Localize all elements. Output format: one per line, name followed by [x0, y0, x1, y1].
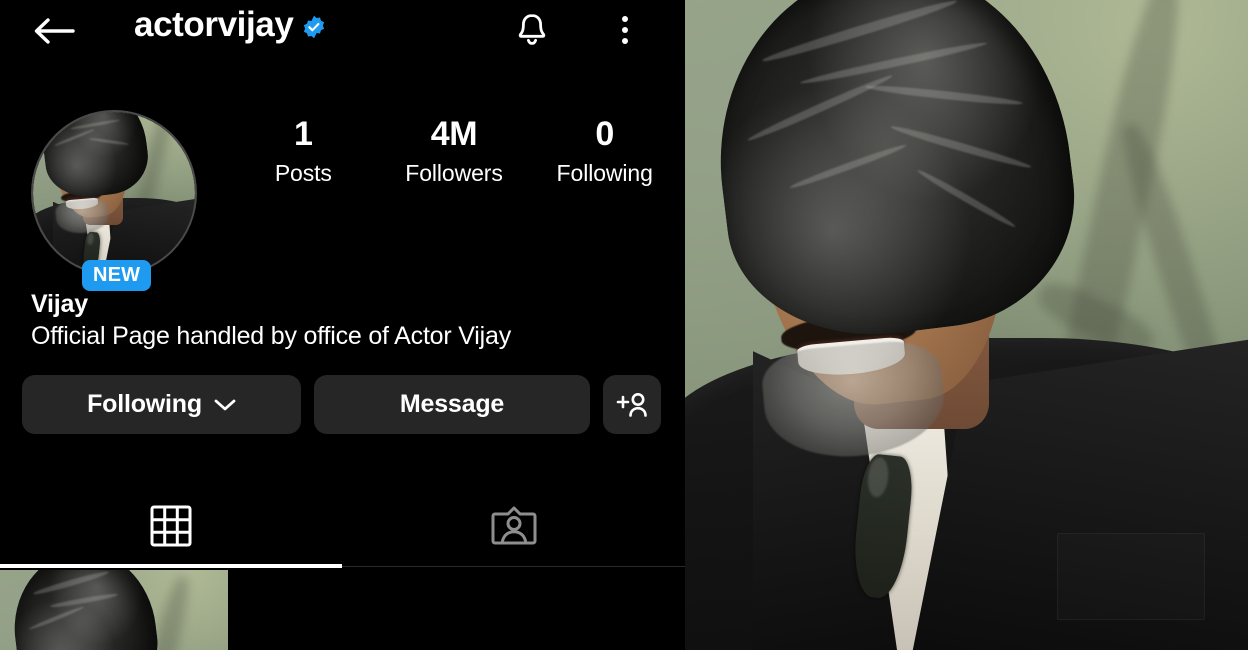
app-bar: actorvijay	[0, 0, 685, 62]
portrait-artwork-large	[685, 0, 1248, 650]
portrait-artwork	[33, 112, 195, 274]
tagged-photos-icon	[491, 506, 537, 545]
bio-description: Official Page handled by office of Actor…	[31, 322, 511, 350]
message-button[interactable]: Message	[314, 375, 590, 434]
back-button[interactable]	[30, 8, 76, 54]
stat-followers[interactable]: 4M Followers	[379, 112, 530, 188]
arrow-left-icon	[34, 18, 75, 44]
more-options-button[interactable]	[604, 6, 646, 54]
bio-block: Vijay Official Page handled by office of…	[31, 288, 661, 353]
following-button-label: Following	[87, 390, 202, 418]
avatar[interactable]: NEW	[31, 110, 197, 291]
profile-header-row: NEW 1 Posts 4M Followers 0 Following	[0, 62, 685, 291]
stat-label: Posts	[274, 160, 332, 186]
post-grid	[0, 570, 685, 650]
profile-stats: 1 Posts 4M Followers 0 Following	[228, 112, 680, 188]
story-new-badge[interactable]: NEW	[82, 260, 152, 291]
add-person-button[interactable]	[603, 375, 661, 434]
more-vertical-icon-dot	[622, 27, 628, 33]
message-button-label: Message	[399, 390, 505, 418]
stat-value: 4M	[430, 115, 478, 153]
more-vertical-icon-dot	[622, 38, 628, 44]
bell-icon	[518, 14, 546, 45]
instagram-profile-panel: actorvijay NEW 1 Posts 4M Followers 0 Fo…	[0, 0, 685, 650]
username-text: actorvijay	[134, 5, 294, 44]
stat-value: 0	[595, 115, 614, 153]
following-button[interactable]: Following	[22, 375, 301, 434]
username-block: actorvijay	[134, 2, 326, 48]
chevron-down-icon	[214, 399, 236, 410]
post-thumbnail[interactable]	[0, 570, 228, 650]
notifications-button[interactable]	[508, 6, 556, 54]
portrait-artwork	[0, 570, 228, 650]
add-person-icon	[616, 392, 647, 417]
article-photo	[685, 0, 1248, 650]
screen: actorvijay NEW 1 Posts 4M Followers 0 Fo…	[0, 0, 1248, 650]
tab-grid[interactable]	[0, 490, 343, 562]
avatar-photo	[33, 112, 195, 274]
stat-posts[interactable]: 1 Posts	[228, 112, 379, 188]
more-vertical-icon	[622, 16, 628, 22]
stat-value: 1	[294, 115, 313, 153]
action-buttons: Following Message	[22, 375, 661, 434]
verified-badge-icon	[304, 15, 325, 39]
display-name: Vijay	[31, 290, 88, 318]
stat-label: Following	[556, 160, 653, 186]
tab-tagged[interactable]	[343, 490, 686, 562]
stat-label: Followers	[405, 160, 503, 186]
stat-following[interactable]: 0 Following	[529, 112, 680, 188]
avatar-ring	[31, 110, 197, 276]
grid-icon	[150, 505, 192, 547]
profile-tabs	[0, 490, 685, 568]
tab-active-underline	[0, 564, 342, 568]
